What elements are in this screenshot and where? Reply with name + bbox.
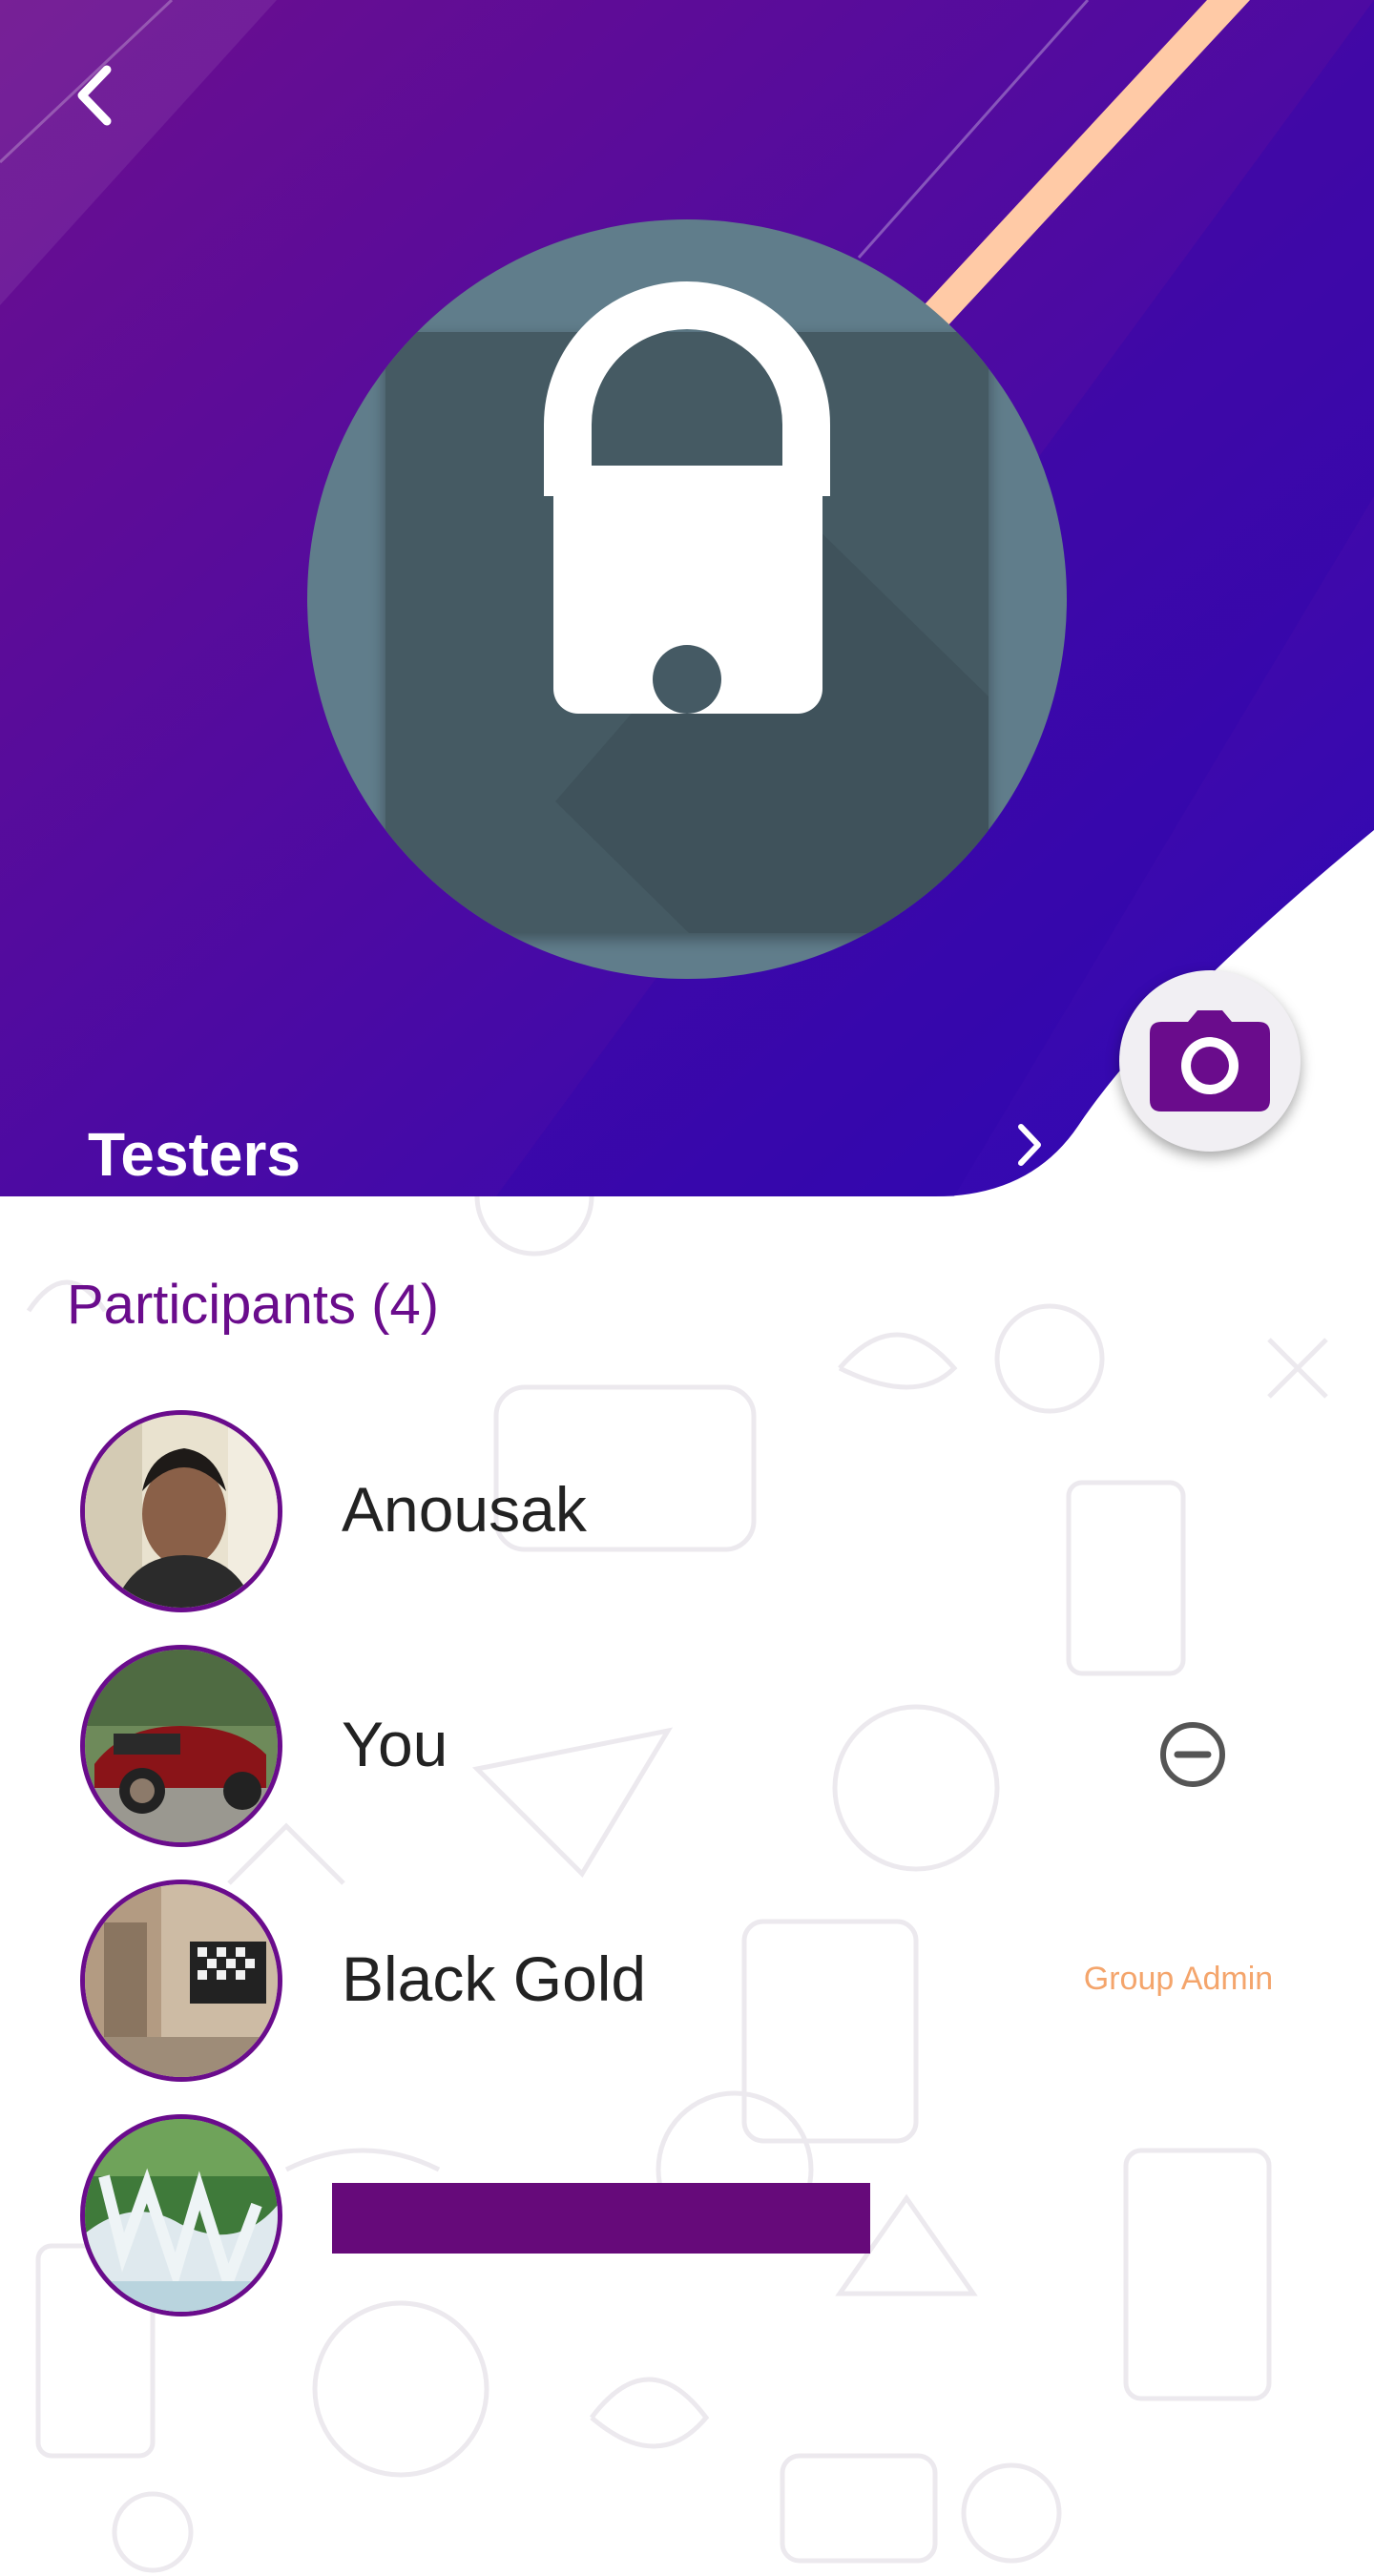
group-admin-badge: Group Admin [1083, 1961, 1274, 1997]
list-item[interactable]: Anousak [0, 1410, 1374, 1630]
chevron-right-icon [1018, 1124, 1041, 1166]
photo-red-car [85, 1650, 278, 1842]
remove-participant-button[interactable] [1155, 1716, 1231, 1793]
list-item[interactable] [0, 2114, 1374, 2334]
participants-title: Participants (4) [67, 1274, 440, 1336]
redacted-name [332, 2183, 870, 2254]
participant-name: Anousak [342, 1474, 587, 1545]
avatar[interactable] [80, 2114, 282, 2316]
back-button[interactable] [52, 52, 138, 138]
group-avatar[interactable] [307, 219, 1067, 979]
photo-man [85, 1415, 278, 1608]
change-photo-button[interactable] [1119, 970, 1301, 1152]
participant-name: Black Gold [342, 1943, 647, 2014]
list-item[interactable]: You [0, 1645, 1374, 1864]
chevron-left-icon [77, 65, 112, 126]
avatar[interactable] [80, 1645, 282, 1847]
photo-waterfall [85, 2119, 278, 2312]
participant-name: You [342, 1709, 448, 1779]
avatar[interactable] [80, 1880, 282, 2082]
list-item[interactable]: Black Gold Group Admin [0, 1880, 1374, 2099]
lock-icon [385, 281, 989, 933]
minus-circle-icon [1160, 1722, 1225, 1787]
photo-room [85, 1884, 278, 2077]
group-name[interactable]: Testers [88, 1116, 301, 1193]
camera-icon [1150, 1010, 1270, 1111]
avatar[interactable] [80, 1410, 282, 1612]
open-group-info-button[interactable] [1000, 1116, 1057, 1174]
